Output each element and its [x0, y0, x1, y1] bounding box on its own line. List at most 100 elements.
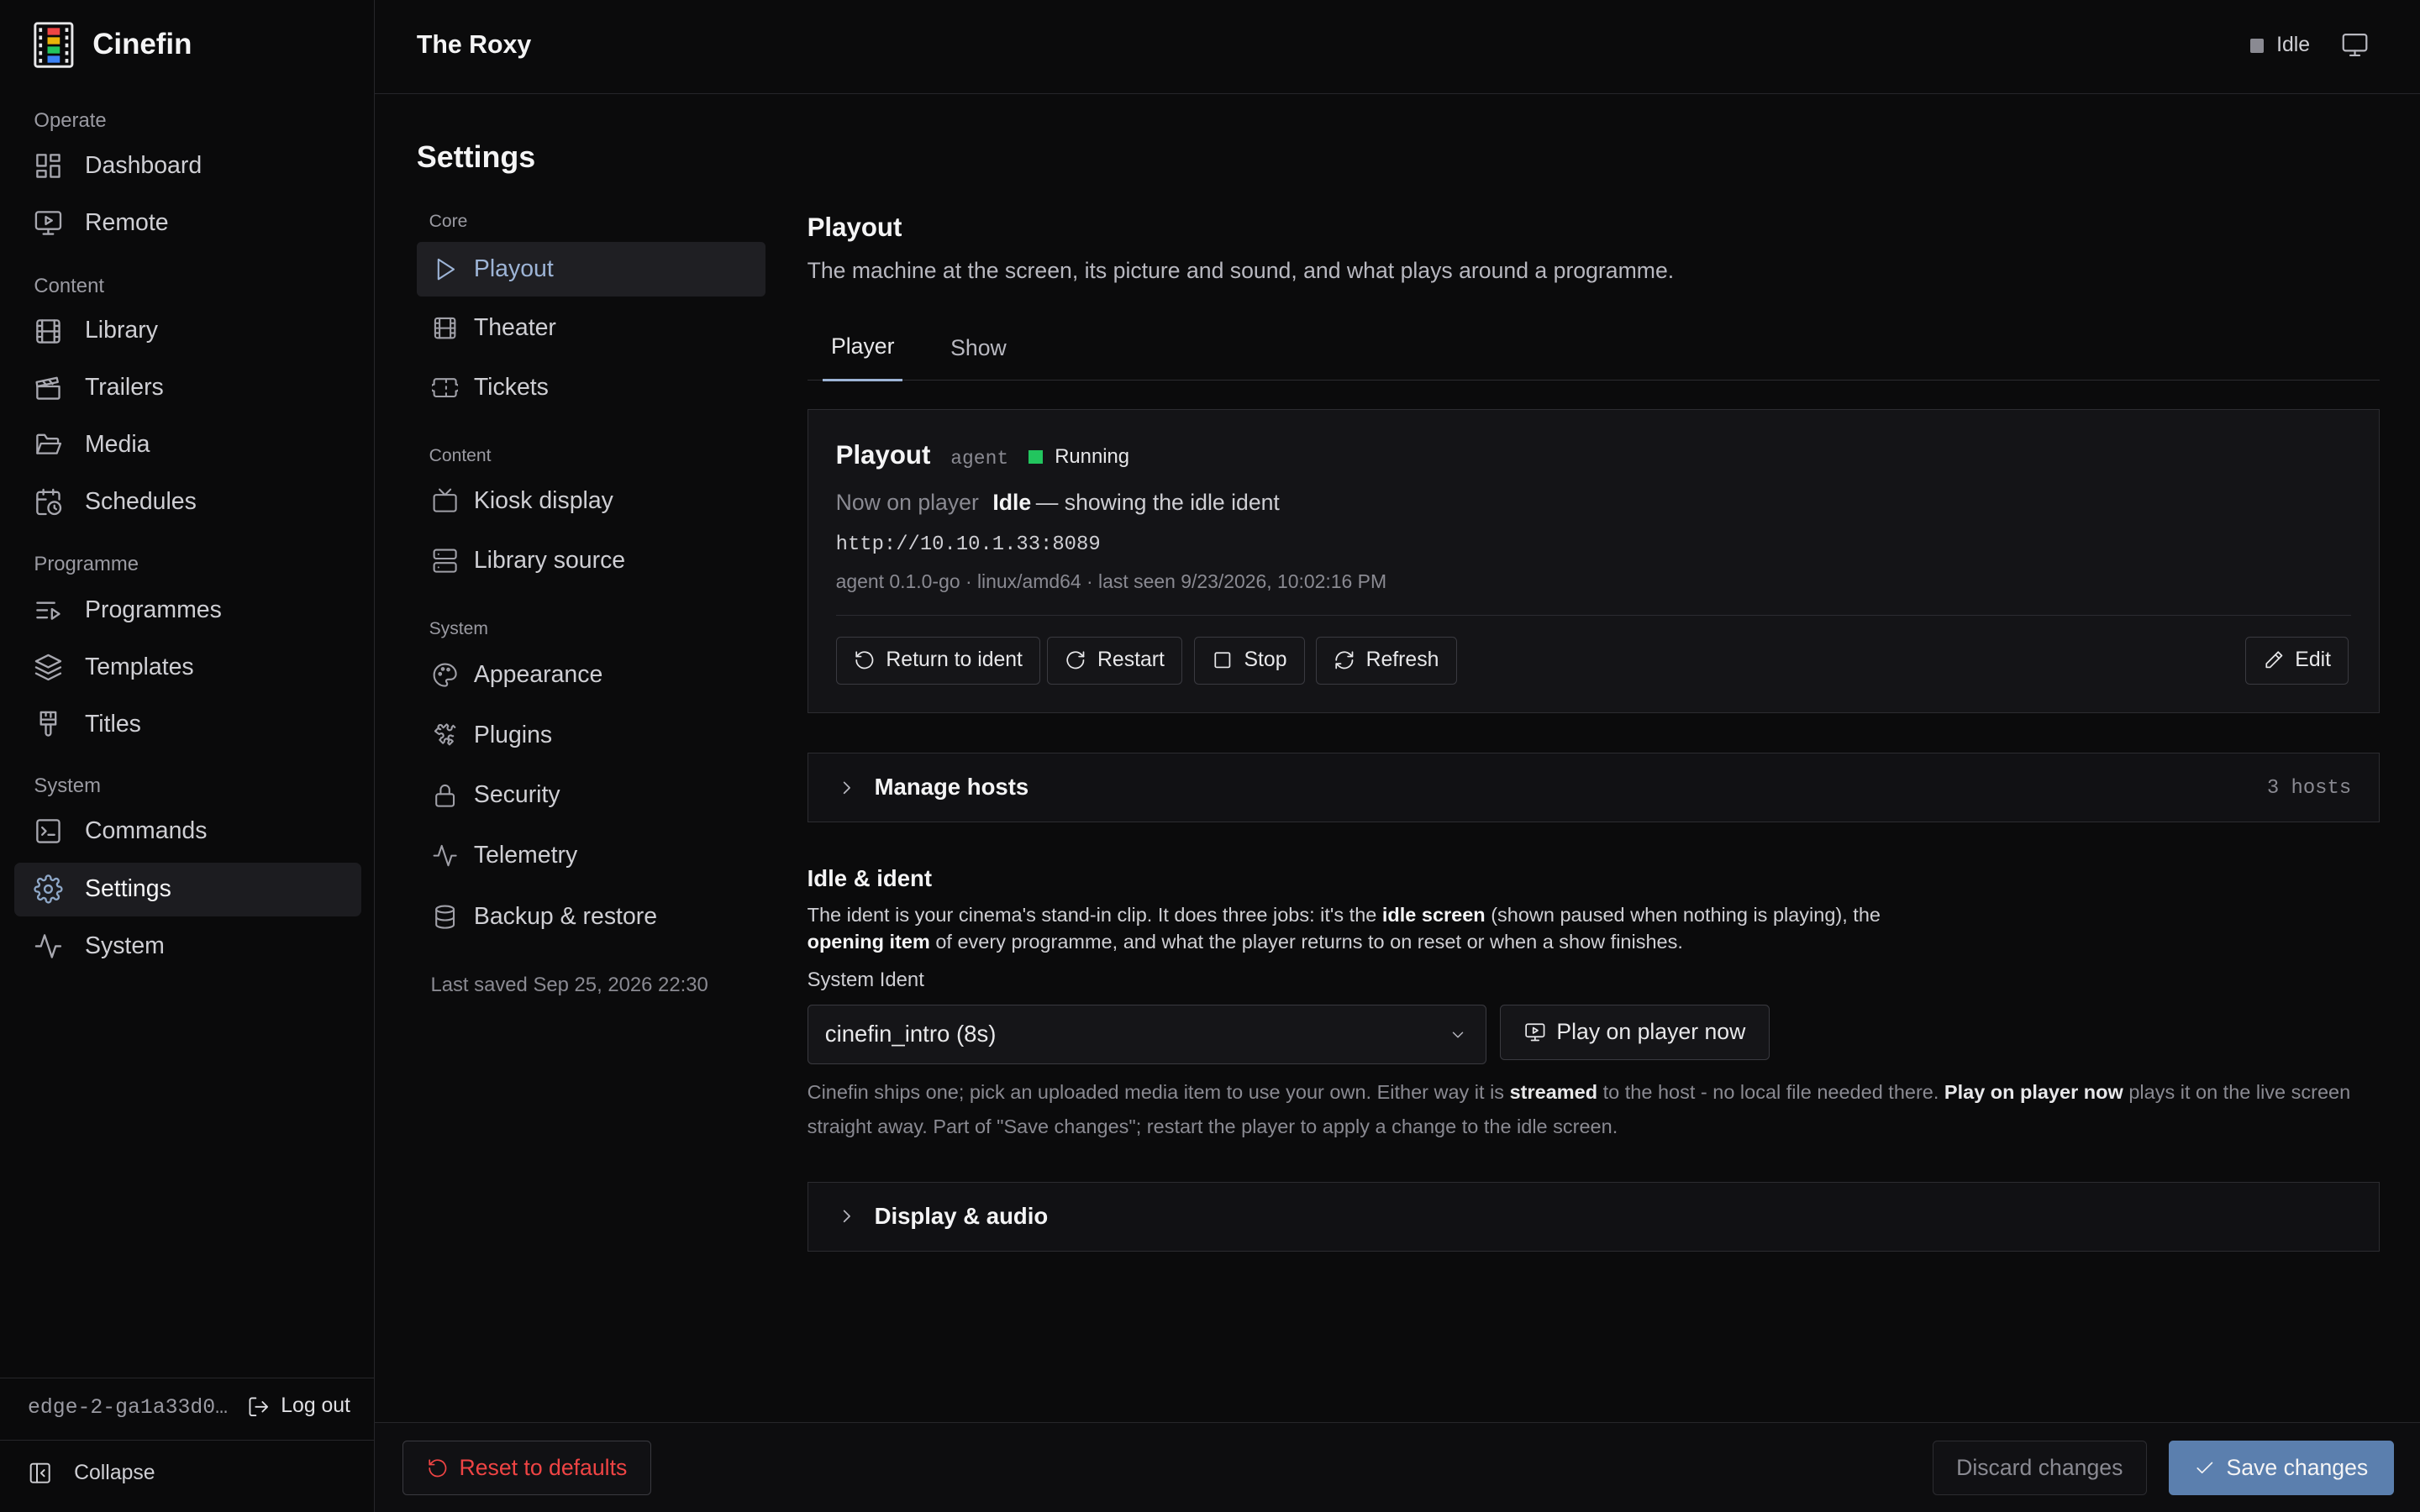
settings-item-plugins[interactable]: Plugins	[417, 708, 765, 762]
settings-group-core: Core	[429, 211, 468, 231]
chevron-right-icon	[836, 1205, 858, 1227]
nav-item-trailers[interactable]: Trailers	[14, 361, 361, 415]
app-name: Cinefin	[92, 28, 192, 61]
gear-icon	[34, 874, 63, 904]
edit-button[interactable]: Edit	[2244, 636, 2349, 685]
now-value: Idle	[992, 490, 1032, 516]
hosts-count: 3 hosts	[2266, 776, 2352, 800]
palette-icon	[432, 662, 458, 688]
nav-item-label: Trailers	[84, 374, 164, 402]
nav-item-programmes[interactable]: Programmes	[14, 583, 361, 637]
nav-item-commands[interactable]: Commands	[14, 804, 361, 858]
nav-item-library[interactable]: Library	[14, 304, 361, 358]
player-status[interactable]: Idle	[2249, 34, 2311, 57]
settings-group-content: Content	[429, 445, 492, 465]
nav-item-schedules[interactable]: Schedules	[14, 475, 361, 529]
nav-group-content: Content	[34, 274, 104, 297]
stop-square-icon	[1212, 649, 1234, 671]
tab-show[interactable]: Show	[939, 315, 1019, 381]
status-label: Running	[1055, 445, 1130, 469]
collapse-button[interactable]: Collapse	[28, 1461, 155, 1485]
nav-item-label: Templates	[84, 653, 194, 680]
player-status-label: Idle	[2276, 34, 2311, 57]
button-label: Restart	[1097, 648, 1165, 672]
logout-button[interactable]: Log out	[247, 1394, 350, 1418]
settings-item-telemetry[interactable]: Telemetry	[417, 828, 765, 882]
settings-item-label: Tickets	[473, 374, 549, 402]
desc-text: of every programme, and what the player …	[935, 930, 1683, 953]
card-divider	[835, 614, 2352, 616]
manage-hosts-collapsible[interactable]: Manage hosts 3 hosts	[807, 753, 2381, 822]
rotate-cw-icon	[1065, 649, 1086, 671]
nav-item-label: Settings	[84, 875, 171, 903]
nav-item-remote[interactable]: Remote	[14, 196, 361, 249]
button-label: Refresh	[1365, 648, 1439, 672]
help-strong: Play on player now	[1944, 1081, 2123, 1104]
ticket-icon	[432, 375, 459, 401]
refresh-button[interactable]: Refresh	[1315, 636, 1457, 685]
settings-group-system: System	[429, 618, 488, 638]
select-value: cinefin_intro (8s)	[824, 1021, 997, 1047]
monitor-icon[interactable]	[2341, 31, 2369, 59]
idle-description: The ident is your cinema's stand-in clip…	[808, 901, 1918, 955]
nav-item-titles[interactable]: Titles	[14, 697, 361, 751]
monitor-play-icon	[1524, 1021, 1546, 1043]
settings-item-security[interactable]: Security	[417, 769, 765, 822]
display-audio-label: Display & audio	[874, 1202, 1049, 1229]
folder-open-icon	[34, 430, 63, 459]
refresh-icon	[1334, 649, 1355, 671]
help-text: to the host - no local file needed there…	[1602, 1081, 1939, 1104]
play-icon	[432, 256, 458, 282]
activity-icon	[432, 843, 458, 869]
settings-item-playout[interactable]: Playout	[416, 242, 765, 297]
logout-icon	[247, 1395, 271, 1419]
settings-item-label: Kiosk display	[473, 486, 613, 514]
play-on-player-button[interactable]: Play on player now	[1500, 1004, 1770, 1060]
list-video-icon	[34, 596, 63, 625]
panel-collapse-icon	[28, 1461, 52, 1485]
nav-item-settings[interactable]: Settings	[13, 862, 361, 916]
clapperboard-icon	[34, 373, 63, 402]
settings-item-appearance[interactable]: Appearance	[417, 648, 765, 701]
tab-player[interactable]: Player	[822, 315, 903, 381]
settings-item-backup-restore[interactable]: Backup & restore	[417, 890, 765, 944]
discard-changes-button[interactable]: Discard changes	[1932, 1441, 2147, 1495]
button-label: Discard changes	[1956, 1455, 2123, 1481]
nav-item-media[interactable]: Media	[14, 418, 361, 472]
nav-group-operate: Operate	[34, 109, 107, 133]
film-icon	[34, 317, 63, 346]
database-icon	[432, 904, 458, 930]
settings-item-tickets[interactable]: Tickets	[417, 361, 765, 415]
restart-button[interactable]: Restart	[1047, 636, 1183, 685]
status-square-icon	[2249, 39, 2265, 53]
button-label: Save changes	[2226, 1455, 2369, 1481]
help-text: Cinefin ships one; pick an uploaded medi…	[807, 1081, 1505, 1104]
nav-item-templates[interactable]: Templates	[14, 640, 361, 694]
logout-label: Log out	[281, 1394, 350, 1418]
nav-item-label: Media	[84, 431, 150, 459]
desc-text: (shown paused when nothing is playing), …	[1491, 903, 1881, 926]
nav-group-programme: Programme	[34, 552, 139, 575]
monitor-play-icon	[34, 208, 63, 238]
nav-item-dashboard[interactable]: Dashboard	[14, 139, 361, 192]
system-ident-select[interactable]: cinefin_intro (8s)	[807, 1004, 1486, 1065]
settings-item-library-source[interactable]: Library source	[417, 533, 765, 587]
stop-button[interactable]: Stop	[1193, 636, 1305, 685]
nav-item-system[interactable]: System	[14, 920, 361, 974]
film-icon	[432, 315, 458, 341]
check-icon	[2194, 1457, 2216, 1479]
return-to-ident-button[interactable]: Return to ident	[835, 636, 1041, 685]
brand[interactable]: Cinefin	[34, 22, 192, 68]
settings-item-kiosk-display[interactable]: Kiosk display	[417, 474, 765, 528]
agent-url[interactable]: http://10.10.1.33:8089	[836, 533, 1101, 556]
settings-item-label: Telemetry	[473, 841, 578, 869]
settings-item-theater[interactable]: Theater	[417, 301, 765, 354]
settings-item-label: Appearance	[473, 661, 603, 689]
display-audio-collapsible[interactable]: Display & audio	[807, 1181, 2381, 1252]
rotate-ccw-icon	[427, 1457, 449, 1479]
server-icon	[432, 548, 458, 574]
reset-defaults-button[interactable]: Reset to defaults	[402, 1441, 651, 1495]
dashboard-icon	[34, 151, 63, 181]
page-title: Settings	[416, 140, 536, 175]
save-changes-button[interactable]: Save changes	[2168, 1441, 2394, 1495]
